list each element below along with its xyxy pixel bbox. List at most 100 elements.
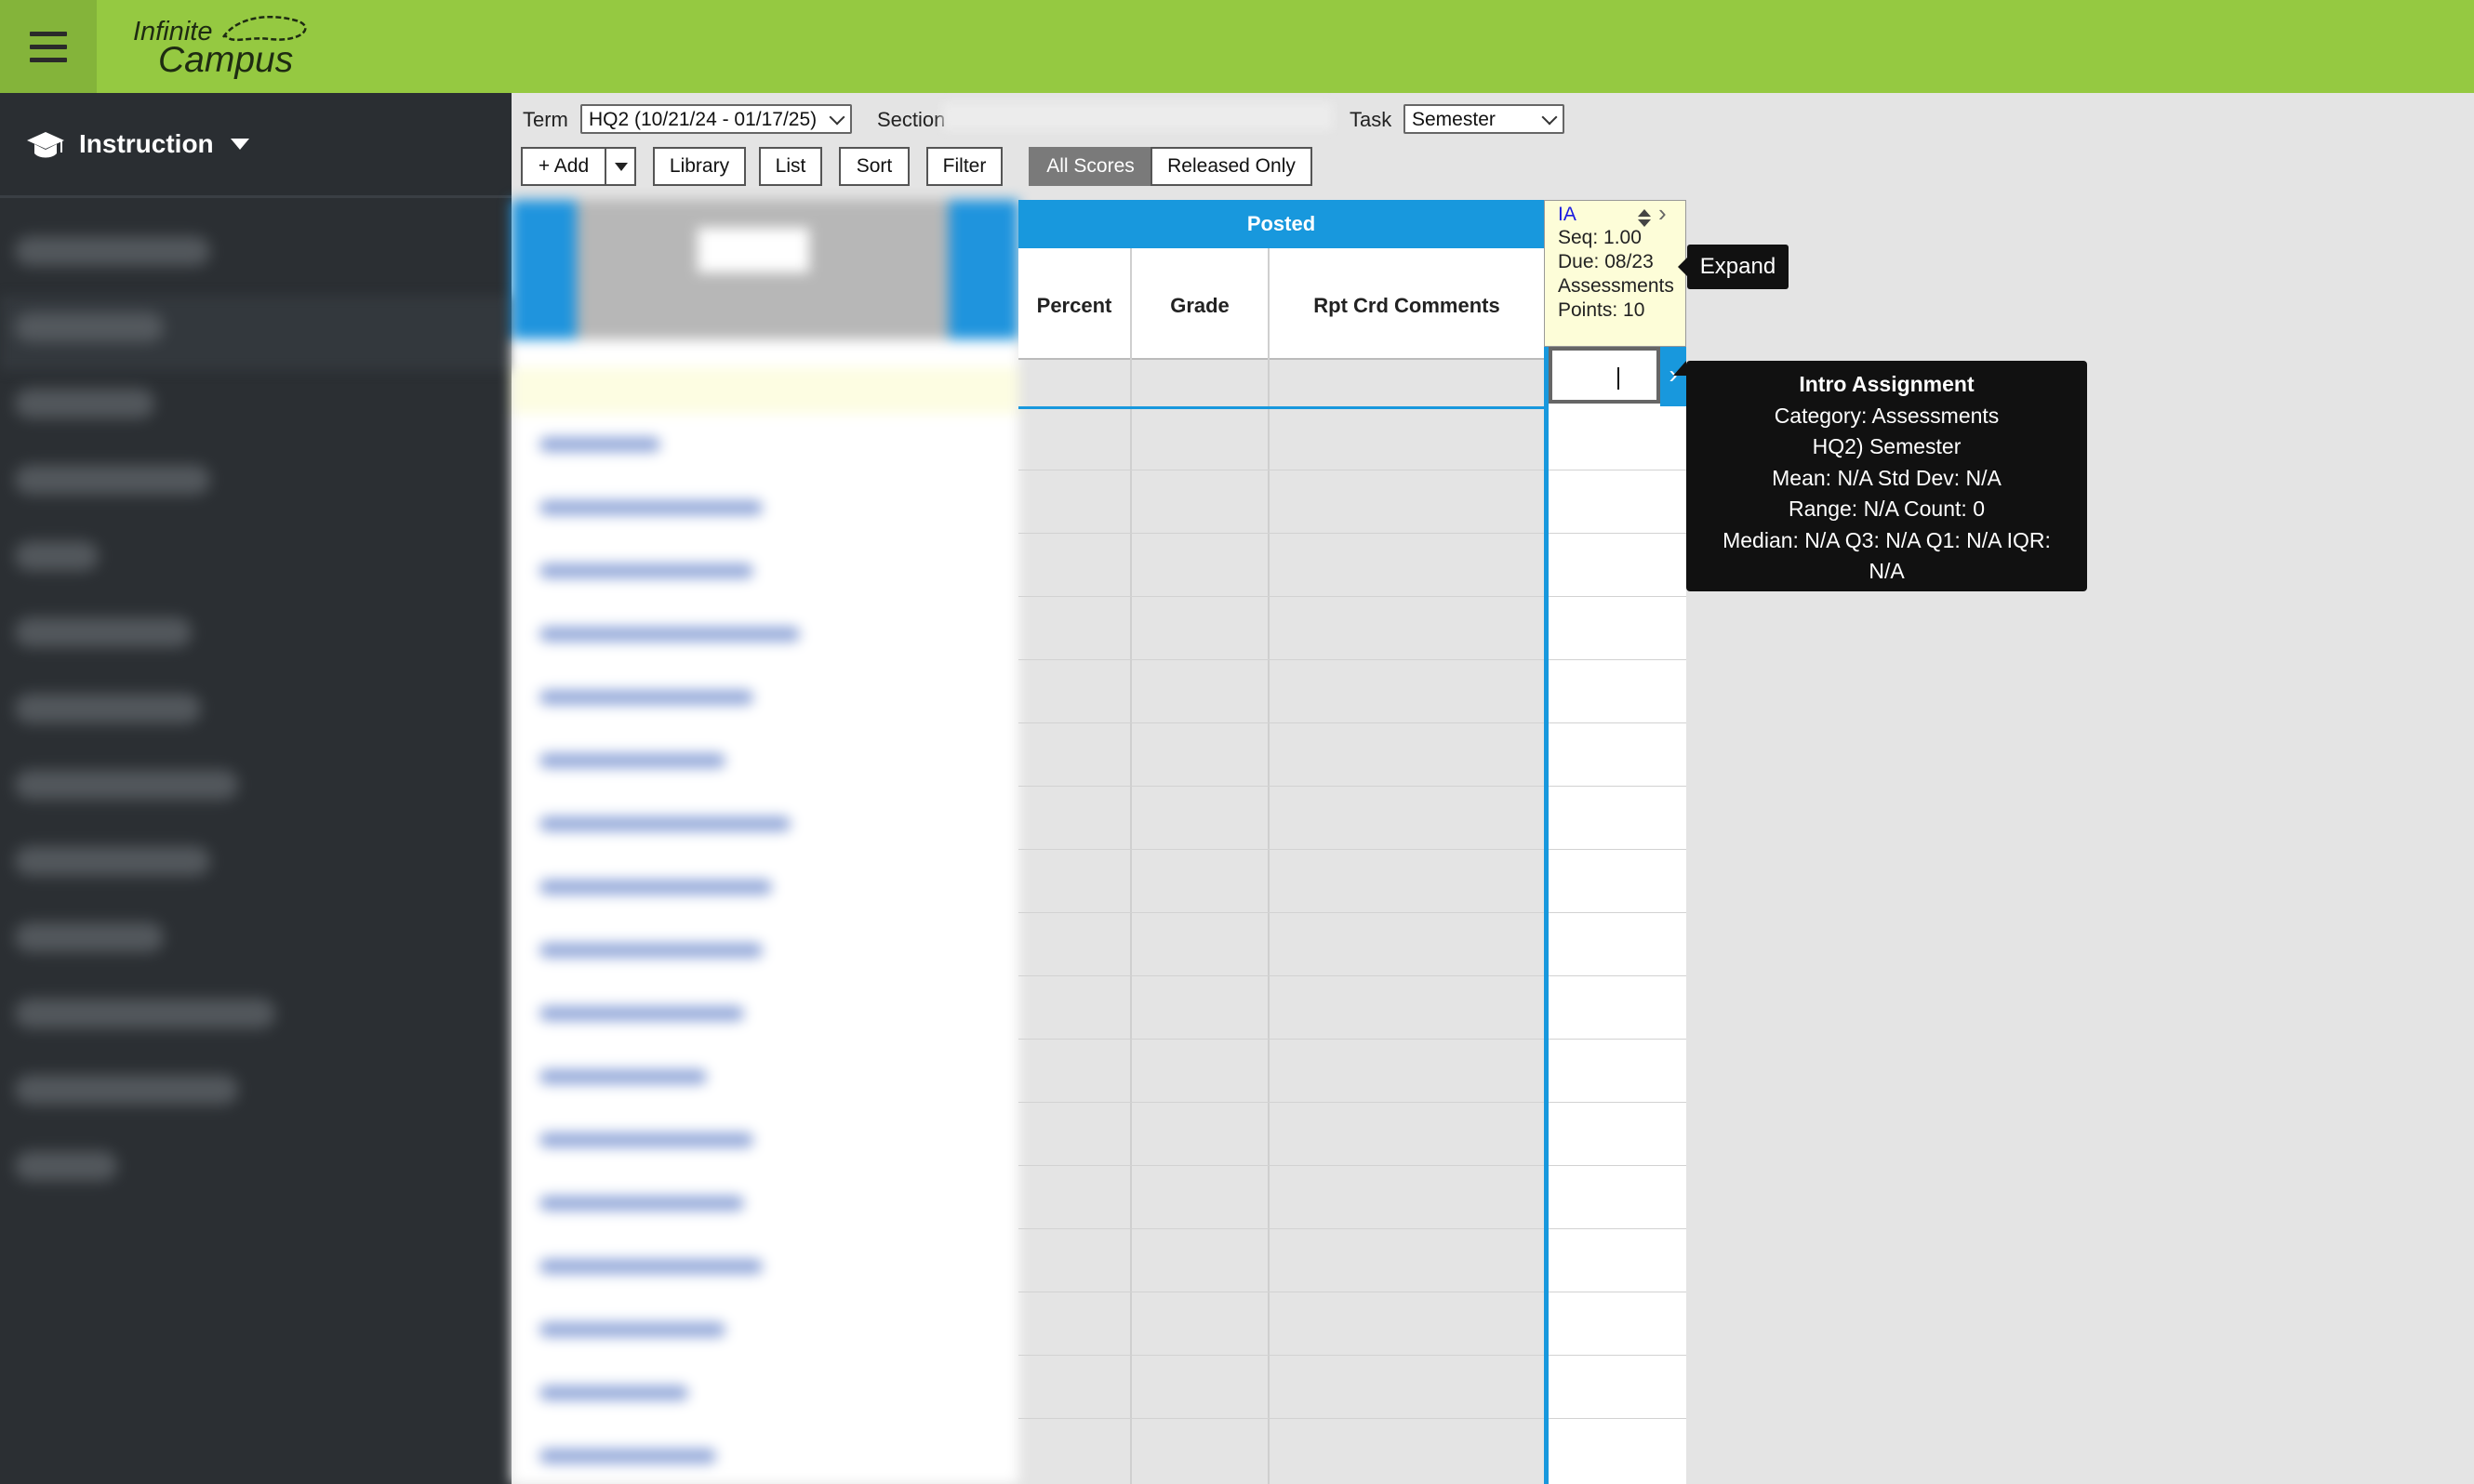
- sidebar-item[interactable]: [15, 312, 164, 342]
- term-label: Term: [523, 108, 568, 131]
- add-button[interactable]: + Add: [521, 147, 606, 186]
- sidebar-item[interactable]: [15, 770, 238, 800]
- assignment-header[interactable]: IA › Seq: 1.00 Due: 08/23 Assessments Po…: [1544, 199, 1686, 347]
- task-select-value: Semester: [1412, 109, 1496, 130]
- table-row[interactable]: [1018, 659, 1544, 660]
- rpt-crd-comments-column-header[interactable]: Rpt Crd Comments: [1270, 248, 1544, 360]
- tooltip-title: Intro Assignment: [1799, 372, 1975, 396]
- table-row[interactable]: [1549, 1102, 1686, 1103]
- sidebar-item[interactable]: [15, 1151, 117, 1181]
- table-row[interactable]: [1549, 849, 1686, 850]
- table-row[interactable]: [1549, 596, 1686, 597]
- term-select-value: HQ2 (10/21/24 - 01/17/25): [589, 109, 818, 130]
- sidebar-item[interactable]: [15, 236, 210, 266]
- posted-header: Posted: [1018, 200, 1544, 248]
- sidebar: Instruction: [0, 93, 512, 1484]
- tooltip-line: N/A: [1869, 559, 1905, 583]
- chevron-down-icon[interactable]: [231, 139, 249, 150]
- filter-button[interactable]: Filter: [926, 147, 1003, 186]
- task-select[interactable]: Semester: [1403, 104, 1564, 134]
- top-bar: Infinite Campus: [0, 0, 2474, 93]
- sidebar-item[interactable]: [15, 846, 210, 876]
- table-row[interactable]: [1018, 722, 1544, 723]
- table-row[interactable]: [1549, 659, 1686, 660]
- sidebar-item[interactable]: [15, 465, 210, 495]
- text-cursor: [1617, 367, 1619, 390]
- posted-grades-grid: Posted Percent Grade Rpt Crd Comments: [1018, 200, 1544, 1484]
- table-row[interactable]: [1018, 975, 1544, 976]
- tooltip-line: HQ2) Semester: [1812, 434, 1962, 458]
- expand-arrow-icon[interactable]: ›: [1658, 199, 1667, 228]
- assignment-info-tooltip: Intro Assignment Category: Assessments H…: [1673, 361, 2087, 591]
- grade-column-header[interactable]: Grade: [1132, 248, 1268, 360]
- sidebar-item[interactable]: [15, 541, 99, 571]
- tooltip-line: Median: N/A Q3: N/A Q1: N/A IQR:: [1722, 527, 2051, 552]
- table-row[interactable]: [1018, 1355, 1544, 1356]
- task-label: Task: [1350, 108, 1392, 131]
- table-row[interactable]: [1018, 849, 1544, 850]
- hamburger-menu-icon[interactable]: [0, 0, 97, 93]
- sort-down-icon[interactable]: [1638, 219, 1651, 227]
- all-scores-toggle[interactable]: All Scores: [1029, 147, 1152, 186]
- assignment-code-link[interactable]: IA: [1558, 204, 1576, 226]
- table-row[interactable]: [1549, 1039, 1686, 1040]
- chevron-down-icon: [1541, 109, 1558, 126]
- list-button[interactable]: List: [759, 147, 822, 186]
- module-label: Instruction: [79, 129, 214, 158]
- table-row[interactable]: [1549, 975, 1686, 976]
- sidebar-item[interactable]: [15, 999, 275, 1028]
- table-row[interactable]: [1018, 1228, 1544, 1229]
- infinite-campus-logo[interactable]: Infinite Campus: [130, 7, 316, 84]
- student-roster: [512, 200, 1018, 1484]
- assignment-seq: Seq: 1.00: [1558, 227, 1642, 248]
- table-row[interactable]: [1018, 1039, 1544, 1040]
- score-detail-arrow-icon[interactable]: ›: [1660, 347, 1686, 406]
- column-headers: Percent Grade Rpt Crd Comments: [1018, 248, 1544, 360]
- assignment-points: Points: 10: [1558, 299, 1645, 321]
- column-divider: [1268, 248, 1270, 1484]
- logo-text-line2: Campus: [158, 40, 294, 80]
- released-only-toggle[interactable]: Released Only: [1151, 147, 1312, 186]
- module-selector[interactable]: Instruction: [0, 93, 512, 198]
- column-divider: [1130, 248, 1132, 1484]
- table-row[interactable]: [1018, 1418, 1544, 1419]
- sidebar-item[interactable]: [15, 922, 164, 952]
- table-row[interactable]: [1018, 1102, 1544, 1103]
- sidebar-item[interactable]: [15, 694, 201, 723]
- score-input[interactable]: [1549, 347, 1660, 404]
- tooltip-line: Category: Assessments: [1774, 403, 2000, 428]
- graduation-cap-icon: [27, 132, 64, 158]
- table-row[interactable]: [1549, 1165, 1686, 1166]
- assignment-due-date: Due: 08/23: [1558, 251, 1654, 272]
- term-select[interactable]: HQ2 (10/21/24 - 01/17/25): [580, 104, 852, 134]
- caret-down-icon: [615, 163, 628, 171]
- table-row[interactable]: [1018, 1165, 1544, 1166]
- table-row[interactable]: [1018, 912, 1544, 913]
- table-row[interactable]: [1018, 533, 1544, 534]
- library-button[interactable]: Library: [653, 147, 746, 186]
- assignment-category: Assessments: [1558, 275, 1674, 297]
- section-label: Section: [877, 108, 946, 131]
- table-row[interactable]: [1549, 533, 1686, 534]
- section-select[interactable]: [942, 102, 1333, 130]
- table-row[interactable]: [1549, 912, 1686, 913]
- header-row-divider: [1018, 406, 1544, 409]
- expand-tooltip: Expand: [1678, 245, 1789, 289]
- tooltip-line: Range: N/A Count: 0: [1789, 497, 1985, 521]
- sort-button[interactable]: Sort: [839, 147, 910, 186]
- sidebar-item[interactable]: [15, 1075, 238, 1105]
- table-row[interactable]: [1549, 1228, 1686, 1229]
- add-dropdown-button[interactable]: [605, 147, 636, 186]
- sidebar-item[interactable]: [15, 617, 192, 647]
- sidebar-item[interactable]: [15, 389, 154, 418]
- table-row[interactable]: [1549, 786, 1686, 787]
- chevron-down-icon: [829, 109, 845, 126]
- table-row[interactable]: [1549, 722, 1686, 723]
- sort-up-icon[interactable]: [1638, 209, 1651, 217]
- table-row[interactable]: [1549, 1355, 1686, 1356]
- table-row[interactable]: [1018, 596, 1544, 597]
- table-row[interactable]: [1549, 1418, 1686, 1419]
- table-row[interactable]: [1018, 786, 1544, 787]
- percent-column-header[interactable]: Percent: [1018, 248, 1130, 360]
- tooltip-line: Mean: N/A Std Dev: N/A: [1772, 465, 2002, 490]
